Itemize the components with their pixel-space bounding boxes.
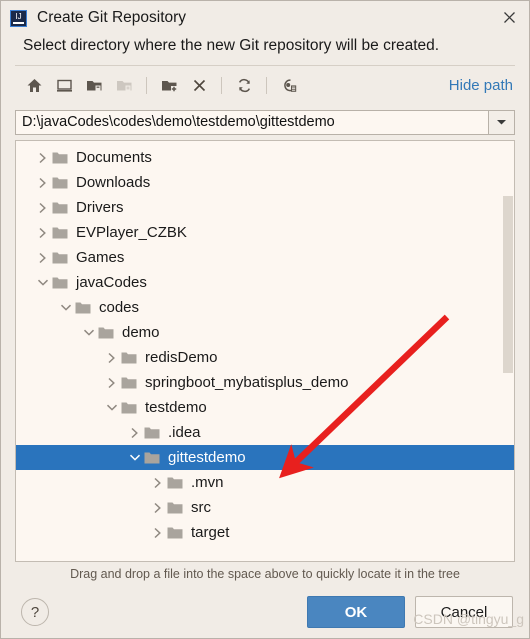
tree-row-label: Documents — [76, 149, 152, 166]
file-chooser-toolbar: Hide path — [1, 66, 529, 104]
help-button[interactable]: ? — [21, 598, 49, 626]
desktop-icon[interactable] — [49, 72, 79, 98]
chevron-right-icon[interactable] — [103, 377, 120, 389]
dialog-button-row: ? OK Cancel — [1, 586, 529, 638]
chevron-right-icon[interactable] — [103, 352, 120, 364]
delete-icon[interactable] — [184, 72, 214, 98]
chevron-down-icon[interactable] — [489, 109, 515, 135]
tree-row-label: src — [191, 499, 211, 516]
path-row: D:\javaCodes\codes\demo\testdemo\gittest… — [1, 104, 529, 140]
toolbar-divider — [221, 76, 222, 94]
tree-row-label: redisDemo — [145, 349, 218, 366]
tree-row-label: .mvn — [191, 474, 224, 491]
tree-row[interactable]: springboot_mybatisplus_demo — [16, 370, 514, 395]
tree-row-label: gittestdemo — [168, 449, 246, 466]
tree-row-selected[interactable]: gittestdemo — [16, 445, 514, 470]
show-hidden-files-icon[interactable] — [274, 72, 304, 98]
tree-row[interactable]: src — [16, 495, 514, 520]
folder-icon — [143, 451, 163, 465]
folder-icon — [120, 351, 140, 365]
chevron-right-icon[interactable] — [149, 527, 166, 539]
tree-row-label: testdemo — [145, 399, 207, 416]
chevron-right-icon[interactable] — [34, 177, 51, 189]
module-folder-icon — [109, 72, 139, 98]
chevron-right-icon[interactable] — [34, 202, 51, 214]
folder-icon — [166, 526, 186, 540]
tree-row-label: codes — [99, 299, 140, 316]
chevron-right-icon[interactable] — [149, 477, 166, 489]
tree-row-label: target — [191, 524, 230, 541]
folder-icon — [120, 376, 140, 390]
folder-icon — [51, 151, 71, 165]
hide-path-link[interactable]: Hide path — [449, 77, 515, 94]
tree-row-label: EVPlayer_CZBK — [76, 224, 187, 241]
scrollbar-thumb[interactable] — [503, 196, 513, 373]
tree-row-label: .idea — [168, 424, 201, 441]
chevron-right-icon[interactable] — [34, 227, 51, 239]
intellij-idea-icon — [10, 9, 27, 27]
tree-row-label: Downloads — [76, 174, 151, 191]
folder-icon — [51, 176, 71, 190]
drag-drop-hint: Drag and drop a file into the space abov… — [70, 567, 460, 581]
folder-icon — [51, 226, 71, 240]
vertical-scrollbar[interactable] — [503, 141, 514, 561]
folder-icon — [120, 401, 140, 415]
folder-icon — [51, 251, 71, 265]
folder-icon — [166, 476, 186, 490]
chevron-down-icon[interactable] — [126, 453, 143, 462]
create-git-repository-dialog: Create Git Repository Select directory w… — [0, 0, 530, 639]
chevron-right-icon[interactable] — [34, 152, 51, 164]
chevron-right-icon[interactable] — [126, 427, 143, 439]
ok-button[interactable]: OK — [307, 596, 405, 628]
chevron-right-icon[interactable] — [34, 252, 51, 264]
tree-row[interactable]: javaCodes — [16, 270, 514, 295]
title-bar: Create Git Repository — [1, 1, 529, 35]
tree-row[interactable]: Games — [16, 245, 514, 270]
tree-row[interactable]: Downloads — [16, 170, 514, 195]
tree-row[interactable]: testdemo — [16, 395, 514, 420]
tree-row-label: Drivers — [76, 199, 124, 216]
tree-row[interactable]: demo — [16, 320, 514, 345]
chevron-down-icon[interactable] — [80, 328, 97, 337]
tree-row[interactable]: codes — [16, 295, 514, 320]
chevron-down-icon[interactable] — [57, 303, 74, 312]
tree-row[interactable]: EVPlayer_CZBK — [16, 220, 514, 245]
folder-icon — [97, 326, 117, 340]
tree-row[interactable]: Documents — [16, 145, 514, 170]
chevron-down-icon[interactable] — [103, 403, 120, 412]
dialog-title: Create Git Repository — [37, 9, 187, 26]
toolbar-divider — [146, 76, 147, 94]
tree-row[interactable]: .mvn — [16, 470, 514, 495]
directory-tree-panel: Documents Downloads Drivers EVPlayer_CZBK Ga… — [15, 140, 515, 562]
tree-row-label: demo — [122, 324, 160, 341]
cancel-button[interactable]: Cancel — [415, 596, 513, 628]
tree-row[interactable]: redisDemo — [16, 345, 514, 370]
dialog-prompt-text: Select directory where the new Git repos… — [23, 37, 440, 54]
project-folder-icon[interactable] — [79, 72, 109, 98]
folder-icon — [51, 276, 71, 290]
folder-icon — [143, 426, 163, 440]
close-icon[interactable] — [493, 3, 525, 31]
tree-row[interactable]: Drivers — [16, 195, 514, 220]
tree-row-label: javaCodes — [76, 274, 147, 291]
folder-icon — [51, 201, 71, 215]
directory-tree[interactable]: Documents Downloads Drivers EVPlayer_CZBK Ga… — [16, 141, 514, 561]
new-folder-icon[interactable] — [154, 72, 184, 98]
refresh-icon[interactable] — [229, 72, 259, 98]
tree-row-label: Games — [76, 249, 125, 266]
toolbar-divider — [266, 76, 267, 94]
chevron-right-icon[interactable] — [149, 502, 166, 514]
path-input[interactable]: D:\javaCodes\codes\demo\testdemo\gittest… — [15, 109, 489, 135]
folder-icon — [166, 501, 186, 515]
home-icon[interactable] — [19, 72, 49, 98]
tree-row[interactable]: .idea — [16, 420, 514, 445]
chevron-down-icon[interactable] — [34, 278, 51, 287]
tree-row[interactable]: target — [16, 520, 514, 545]
tree-row-label: springboot_mybatisplus_demo — [145, 374, 349, 391]
folder-icon — [74, 301, 94, 315]
